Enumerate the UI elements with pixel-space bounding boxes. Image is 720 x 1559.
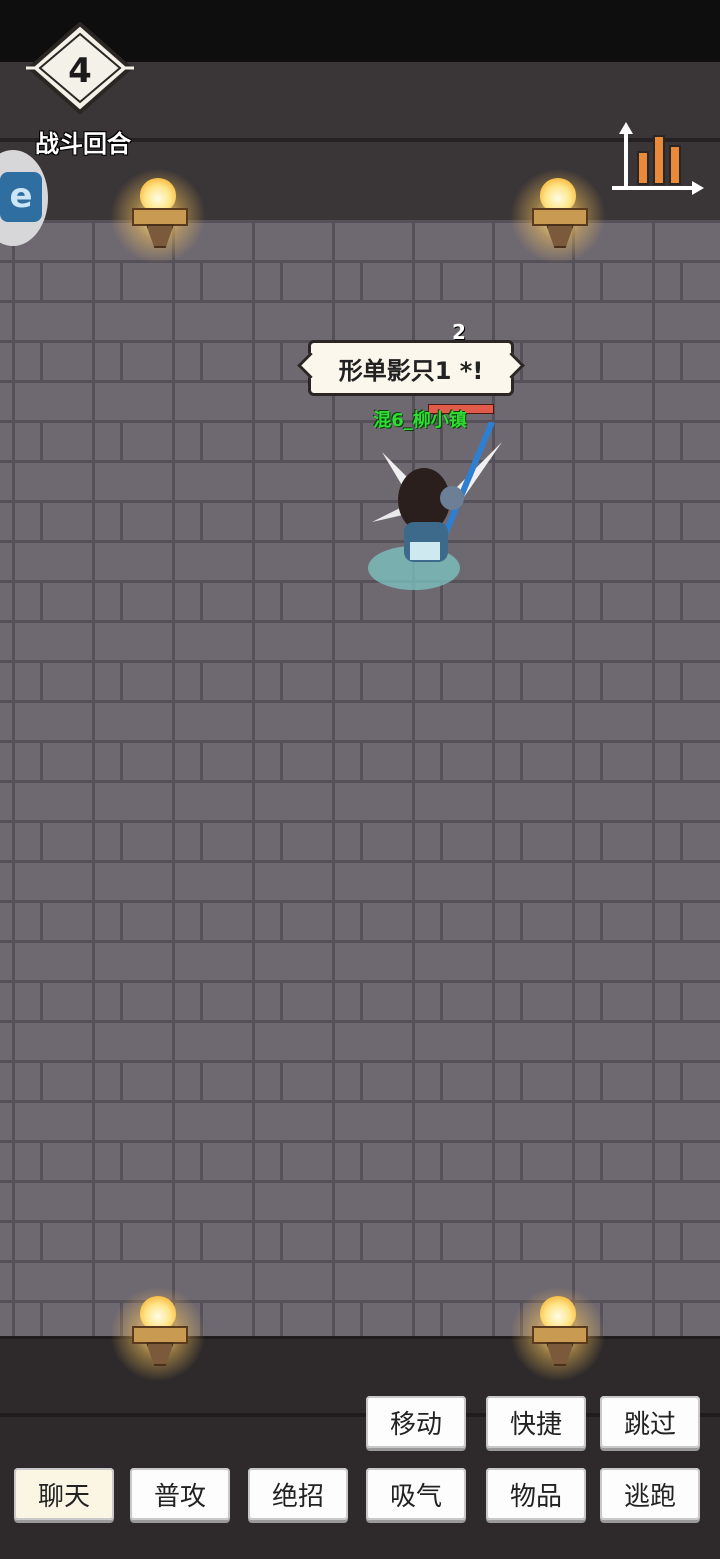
round-number: 4 [68, 51, 92, 91]
ultimate-button[interactable]: 绝招 [248, 1468, 348, 1520]
shortcut-button[interactable]: 快捷 [486, 1396, 586, 1448]
skip-button[interactable]: 跳过 [600, 1396, 700, 1448]
flee-button[interactable]: 逃跑 [600, 1468, 700, 1520]
torch-icon [110, 1286, 206, 1382]
torch-icon [110, 168, 206, 264]
breath-button[interactable]: 吸气 [366, 1468, 466, 1520]
torch-icon [510, 1286, 606, 1382]
status-text: 形单影只1 *! [338, 356, 484, 385]
status-nameplate: 形单影只1 *! [308, 340, 514, 396]
items-button[interactable]: 物品 [486, 1468, 586, 1520]
normal-attack-button[interactable]: 普攻 [130, 1468, 230, 1520]
player-character[interactable] [352, 420, 512, 602]
round-label: 战斗回合 [35, 130, 131, 158]
chat-button[interactable]: 聊天 [14, 1468, 114, 1520]
torch-icon [510, 168, 606, 264]
round-counter-icon: 4 [26, 21, 134, 115]
stats-chart-icon[interactable] [608, 122, 704, 202]
move-button[interactable]: 移动 [366, 1396, 466, 1448]
